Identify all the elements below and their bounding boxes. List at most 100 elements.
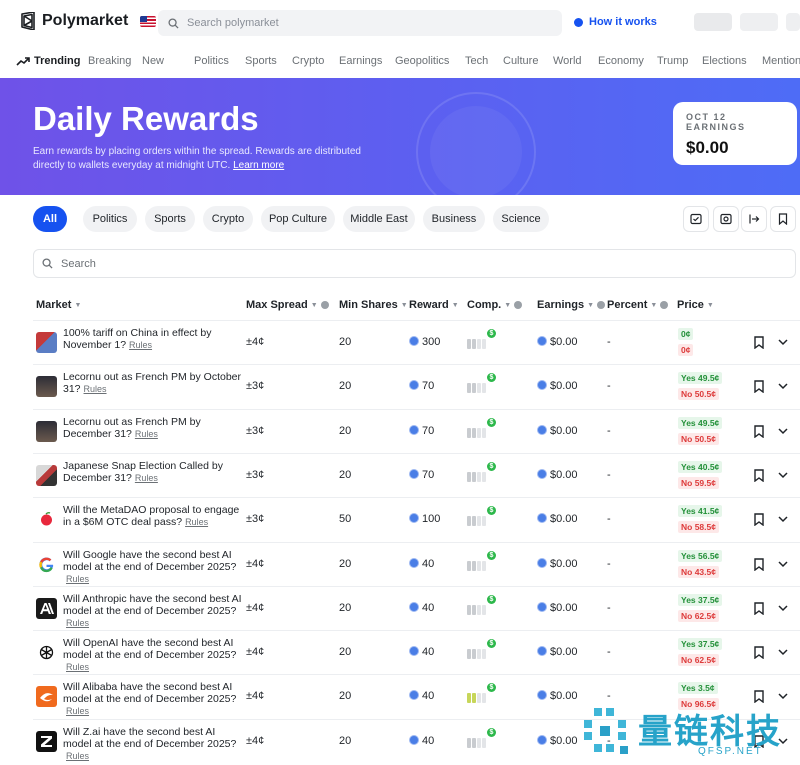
nav-new[interactable]: New [142,55,164,67]
market-thumbnail-icon[interactable] [36,509,57,531]
no-price-badge[interactable]: No 62.5¢ [678,609,719,622]
chevron-down-icon[interactable] [778,515,788,523]
nav-trending[interactable]: Trending [34,55,80,67]
bookmark-icon[interactable] [753,380,765,394]
tool-button-2[interactable] [713,206,739,232]
market-search-input[interactable]: Search [33,249,796,278]
market-title[interactable]: Will the MetaDAO proposal to engage in a… [63,504,243,528]
yes-price-badge[interactable]: Yes 49.5¢ [678,372,723,385]
nav-earnings[interactable]: Earnings [339,55,382,67]
table-row[interactable]: Will Anthropic have the second best AI m… [33,585,800,630]
bookmark-icon[interactable] [753,469,765,482]
rules-link[interactable]: Rules [66,706,89,716]
market-title[interactable]: Will Anthropic have the second best AI m… [63,593,243,629]
rules-link[interactable]: Rules [129,340,152,350]
rules-link[interactable]: Rules [135,429,158,439]
yes-price-badge[interactable]: Yes 40.5¢ [678,460,723,473]
no-price-badge[interactable]: 0¢ [678,344,694,356]
market-title[interactable]: Will Z.ai have the second best AI model … [63,726,243,762]
how-it-works-link[interactable]: How it works [574,16,657,28]
chevron-down-icon[interactable] [778,648,788,656]
col-percent[interactable]: Percent ▼ [607,299,669,311]
nav-sports[interactable]: Sports [245,55,277,67]
table-row[interactable]: Lecornu out as French PM by December 31?… [33,408,800,453]
tool-button-4[interactable] [770,206,796,232]
bookmark-icon[interactable] [753,646,765,660]
chevron-down-icon[interactable] [778,338,788,346]
rules-link[interactable]: Rules [66,574,89,584]
market-title[interactable]: Lecornu out as French PM by December 31?… [63,416,243,440]
bookmark-icon[interactable] [753,424,765,438]
rules-link[interactable]: Rules [135,473,158,483]
yes-price-badge[interactable]: Yes 41.5¢ [678,505,723,518]
yes-price-badge[interactable]: Yes 49.5¢ [678,416,723,429]
bookmark-icon[interactable] [753,336,765,349]
col-min-shares[interactable]: Min Shares ▼ [339,299,408,311]
market-thumbnail-icon[interactable] [36,376,57,398]
market-thumbnail-icon[interactable] [36,420,57,442]
bookmark-icon[interactable] [753,602,765,615]
nav-mentions[interactable]: Mention [762,55,800,67]
market-title[interactable]: Lecornu out as French PM by October 31? R… [63,371,243,395]
market-title[interactable]: Will OpenAI have the second best AI mode… [63,637,243,673]
market-thumbnail-icon[interactable] [36,686,57,708]
col-max-spread[interactable]: Max Spread ▼ [246,299,329,311]
nav-tech[interactable]: Tech [465,55,488,67]
yes-price-badge[interactable]: 0¢ [678,328,694,340]
market-thumbnail-icon[interactable] [36,642,57,664]
nav-crypto[interactable]: Crypto [292,55,324,67]
col-comp[interactable]: Comp. ▼ [467,299,523,311]
chevron-down-icon[interactable] [778,604,788,612]
no-price-badge[interactable]: No 50.5¢ [678,388,719,401]
global-search-input[interactable]: Search polymarket [158,10,562,36]
filter-sports[interactable]: Sports [145,206,195,232]
chevron-down-icon[interactable] [778,382,788,390]
market-title[interactable]: 100% tariff on China in effect by Novemb… [63,327,243,351]
table-row[interactable]: Will OpenAI have the second best AI mode… [33,630,800,674]
rules-link[interactable]: Rules [84,384,107,394]
filter-all[interactable]: All [33,206,67,232]
yes-price-badge[interactable]: Yes 37.5¢ [678,593,723,606]
filter-middle-east[interactable]: Middle East [343,206,415,232]
market-thumbnail-icon[interactable] [36,597,57,619]
table-row[interactable]: Lecornu out as French PM by October 31? R… [33,364,800,408]
no-price-badge[interactable]: No 58.5¢ [678,521,719,534]
filter-science[interactable]: Science [493,206,549,232]
nav-world[interactable]: World [553,55,582,67]
logo[interactable]: Polymarket [20,12,157,30]
tool-button-3[interactable] [741,206,767,232]
nav-breaking[interactable]: Breaking [88,55,131,67]
info-icon[interactable] [320,301,329,309]
info-icon[interactable] [514,301,523,309]
no-price-badge[interactable]: No 50.5¢ [678,432,719,445]
table-row[interactable]: Japanese Snap Election Called by Decembe… [33,452,800,497]
rules-link[interactable]: Rules [66,662,89,672]
chevron-down-icon[interactable] [778,560,788,568]
rules-link[interactable]: Rules [66,618,89,628]
nav-economy[interactable]: Economy [598,55,644,67]
no-price-badge[interactable]: No 62.5¢ [678,654,719,667]
table-row[interactable]: Will Google have the second best AI mode… [33,541,800,586]
menu-button[interactable] [786,13,800,31]
filter-business[interactable]: Business [423,206,485,232]
rules-link[interactable]: Rules [66,751,89,761]
filter-politics[interactable]: Politics [83,206,137,232]
us-flag-icon[interactable] [140,15,157,27]
filter-crypto[interactable]: Crypto [203,206,253,232]
market-thumbnail-icon[interactable] [36,332,57,353]
yes-price-badge[interactable]: Yes 3.5¢ [678,682,718,695]
bookmark-icon[interactable] [753,513,765,527]
signup-button[interactable] [740,13,778,31]
chevron-down-icon[interactable] [778,471,788,479]
rules-link[interactable]: Rules [185,517,208,527]
no-price-badge[interactable]: No 59.5¢ [678,476,719,489]
chevron-down-icon[interactable] [778,692,788,700]
col-reward[interactable]: Reward ▼ [409,299,459,311]
yes-price-badge[interactable]: Yes 56.5¢ [678,549,723,562]
learn-more-link[interactable]: Learn more [233,160,284,171]
market-title[interactable]: Will Alibaba have the second best AI mod… [63,681,243,717]
col-earnings[interactable]: Earnings ▼ [537,299,606,311]
col-price[interactable]: Price ▼ [677,299,714,311]
no-price-badge[interactable]: No 43.5¢ [678,565,719,578]
info-icon[interactable] [597,301,606,309]
